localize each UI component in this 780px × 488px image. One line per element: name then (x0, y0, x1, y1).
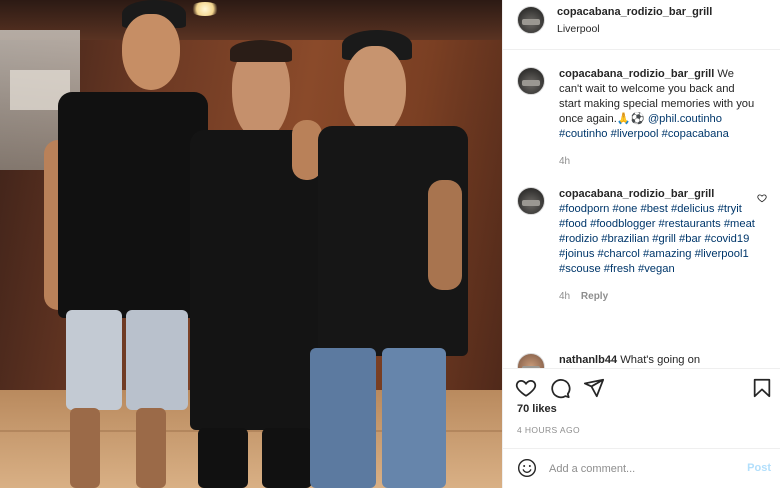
comment-mention[interactable]: @phil.coutinho (648, 113, 722, 125)
comment-body: copacabana_rodizio_bar_grill #foodporn #… (559, 187, 759, 304)
add-comment-bar: Post (503, 448, 780, 488)
comment-like-heart-icon[interactable] (757, 193, 767, 203)
comment-username[interactable]: copacabana_rodizio_bar_grill (559, 188, 714, 200)
comment-time: 4h (559, 156, 571, 167)
comment-avatar[interactable] (517, 353, 545, 368)
reply-button[interactable]: Reply (581, 291, 608, 302)
post-photo[interactable] (0, 0, 502, 488)
post-comment-button[interactable]: Post (747, 462, 771, 474)
comment-avatar[interactable] (517, 67, 545, 95)
comment-username[interactable]: copacabana_rodizio_bar_grill (559, 68, 714, 80)
account-avatar[interactable] (517, 6, 545, 34)
photo-person-right (300, 30, 480, 488)
post-actions-bar (503, 368, 780, 408)
likes-count[interactable]: 70 likes (517, 403, 557, 415)
comment-input[interactable] (549, 459, 729, 479)
comment-body: copacabana_rodizio_bar_grill We can't wa… (559, 67, 759, 169)
comment-hashtags[interactable]: #coutinho #liverpool #copacabana (559, 128, 729, 140)
comments-list[interactable]: copacabana_rodizio_bar_grill We can't wa… (503, 50, 780, 368)
comment-body: nathanlb44 What's going on (559, 353, 759, 368)
comment-icon[interactable] (549, 377, 571, 399)
emoji-icon[interactable] (517, 458, 537, 478)
post-side-panel: copacabana_rodizio_bar_grill Liverpool c… (502, 0, 780, 488)
post-timestamp: 4 HOURS AGO (517, 425, 580, 435)
heart-icon[interactable] (515, 377, 537, 399)
comment-time: 4h (559, 291, 571, 302)
account-username[interactable]: copacabana_rodizio_bar_grill (557, 6, 712, 18)
photo-person-left (40, 0, 208, 488)
post-location[interactable]: Liverpool (557, 23, 600, 35)
comment-text: What's going on (620, 354, 701, 366)
share-icon[interactable] (583, 377, 605, 399)
post-header: copacabana_rodizio_bar_grill Liverpool (503, 0, 780, 50)
comment-avatar[interactable] (517, 187, 545, 215)
bookmark-icon[interactable] (751, 377, 773, 399)
comment-meta: 4h Reply (559, 289, 759, 304)
comment-hashtags[interactable]: #foodporn #one #best #delicius #tryit #f… (559, 203, 755, 275)
comment-username[interactable]: nathanlb44 (559, 354, 617, 366)
